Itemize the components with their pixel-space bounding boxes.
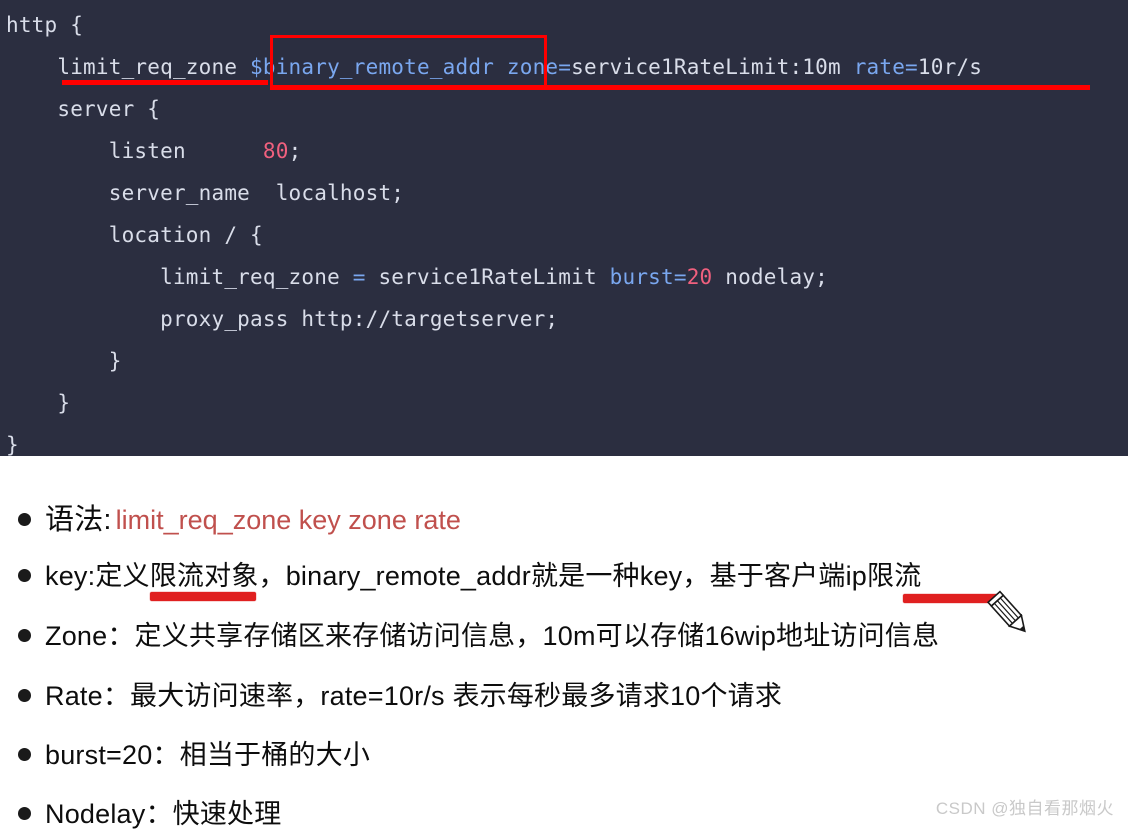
code-token: zone= (506, 55, 572, 79)
code-token: listen (108, 139, 263, 163)
code-token: server_name localhost; (108, 181, 405, 205)
code-token: limit_req_zone (160, 265, 353, 289)
marker-underline-left (150, 592, 256, 601)
code-token: limit_req_zone (57, 55, 251, 79)
code-line: proxy_pass http://targetserver; (0, 298, 1128, 340)
code-token: server { (57, 97, 161, 121)
code-token: ; (288, 139, 302, 163)
code-line: server_name localhost; (0, 172, 1128, 214)
list-item-nodelay: Nodelay：快速处理 (18, 792, 281, 831)
code-token: $binary_remote_addr (250, 55, 495, 79)
code-token: service1RateLimit (365, 265, 610, 289)
code-token: } (108, 349, 122, 373)
code-token: proxy_pass http://targetserver; (160, 307, 559, 331)
bullet-label-rate: Rate：最大访问速率，rate=10r/s 表示每秒最多请求10个请求 (45, 681, 783, 711)
code-token: = (352, 265, 366, 289)
csdn-watermark: CSDN @独自看那烟火 (935, 799, 1114, 818)
code-line: limit_req_zone = service1RateLimit burst… (0, 256, 1128, 298)
code-token: location / { (108, 223, 263, 247)
bullet-dot-icon (18, 748, 31, 761)
list-item-syntax: 语法: limit_req_zone key zone rate (18, 496, 461, 538)
bullet-dot-icon (18, 807, 31, 820)
code-line: listen 80; (0, 130, 1128, 172)
list-item-burst: burst=20：相当于桶的大小 (18, 733, 370, 772)
bullet-label-zone: Zone：定义共享存储区来存储访问信息，10m可以存储16wip地址访问信息 (45, 621, 940, 651)
code-token: } (6, 433, 19, 456)
code-token: rate= (853, 55, 918, 79)
list-item-rate: Rate：最大访问速率，rate=10r/s 表示每秒最多请求10个请求 (18, 674, 782, 713)
code-block: http { limit_req_zone $binary_remote_add… (0, 0, 1128, 456)
bullet-dot-icon (18, 629, 31, 642)
bullet-label-key: key:定义限流对象，binary_remote_addr就是一种key，基于客… (45, 561, 922, 591)
code-token: 10r/s (917, 55, 983, 79)
code-token: http { (6, 13, 84, 37)
code-line: server { (0, 88, 1128, 130)
bullet-code-syntax: limit_req_zone key zone rate (115, 505, 461, 535)
bullet-dot-icon (18, 689, 31, 702)
code-token: 80 (262, 139, 289, 163)
code-line: location / { (0, 214, 1128, 256)
code-line: } (0, 382, 1128, 424)
marker-underline-right (903, 594, 1001, 603)
code-line: limit_req_zone $binary_remote_addr zone=… (0, 46, 1128, 88)
bullet-dot-icon (18, 569, 31, 582)
bullet-label-nodelay: Nodelay：快速处理 (45, 799, 282, 829)
code-token: burst= (609, 265, 687, 289)
code-line: } (0, 340, 1128, 382)
code-token: service1RateLimit:10m (571, 55, 854, 79)
notes-panel: 语法: limit_req_zone key zone rate key:定义限… (0, 456, 1128, 831)
list-item-zone: Zone：定义共享存储区来存储访问信息，10m可以存储16wip地址访问信息 (18, 614, 939, 653)
code-token: } (57, 391, 71, 415)
list-item-key: key:定义限流对象，binary_remote_addr就是一种key，基于客… (18, 554, 921, 593)
bullet-dot-icon (18, 513, 31, 526)
bullet-label-syntax: 语法: (45, 504, 112, 536)
code-token: 20 (686, 265, 713, 289)
bullet-label-burst: burst=20：相当于桶的大小 (45, 740, 371, 770)
code-line: http { (0, 4, 1128, 46)
code-line: } (0, 424, 1128, 456)
code-token: nodelay; (712, 265, 828, 289)
code-listing: http { limit_req_zone $binary_remote_add… (0, 4, 1128, 456)
